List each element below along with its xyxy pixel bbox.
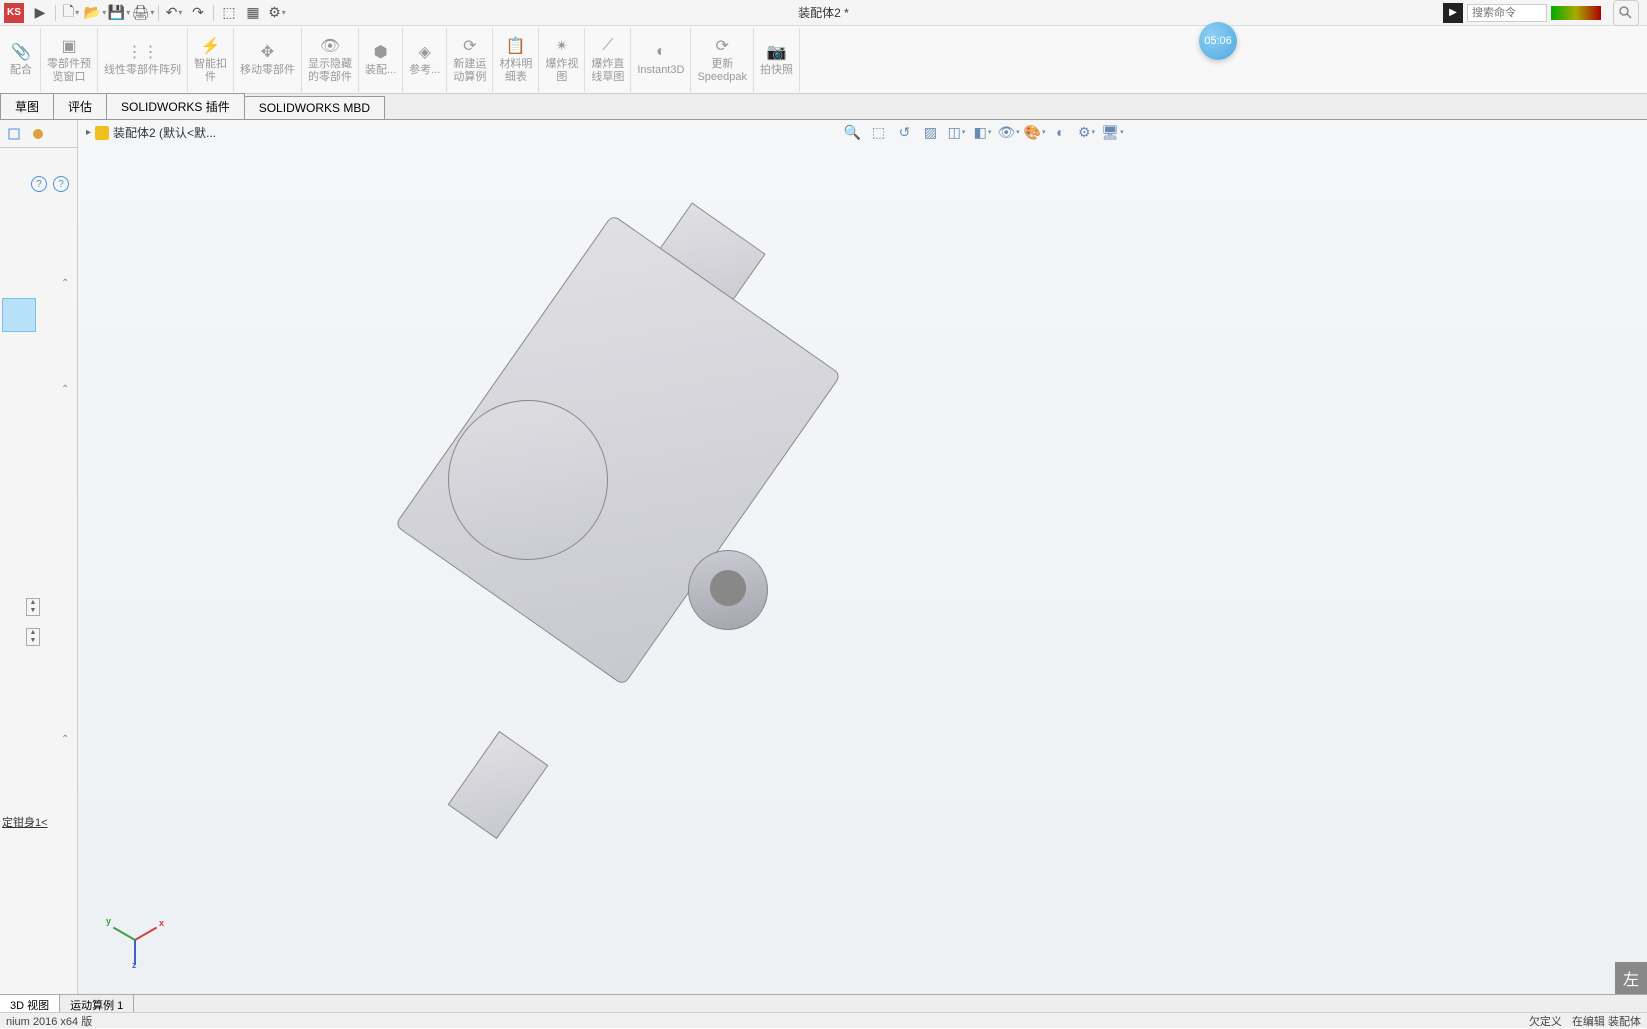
previous-view-icon[interactable]: ↺ xyxy=(895,122,915,142)
ribbon-move-component[interactable]: ✥移动零部件 xyxy=(234,28,302,92)
tree-root-label: 装配体2 (默认<默... xyxy=(113,124,216,141)
ribbon-snapshot[interactable]: 📷拍快照 xyxy=(754,28,800,92)
select-icon[interactable]: ⬚ xyxy=(218,2,240,24)
3d-viewport[interactable]: ▸ 装配体2 (默认<默... 🔍 ⬚ ↺ ▨ ◫ ◧ 👁 🎨 ◐ ⚙ 🖥 xyxy=(78,120,1647,994)
corner-watermark: 左 xyxy=(1615,962,1647,994)
help-tip-icon[interactable]: ? xyxy=(31,176,47,192)
zoom-area-icon[interactable]: ⬚ xyxy=(869,122,889,142)
view-orientation-icon[interactable]: ◫ xyxy=(947,122,967,142)
3d-model[interactable] xyxy=(428,220,988,860)
heads-up-view-toolbar: 🔍 ⬚ ↺ ▨ ◫ ◧ 👁 🎨 ◐ ⚙ 🖥 xyxy=(843,122,1123,142)
assembly-icon: ⬢ xyxy=(368,42,394,62)
tutorial-icon[interactable]: ▶ xyxy=(1443,3,1463,23)
visibility-icon: 👁 xyxy=(317,36,343,56)
search-input[interactable] xyxy=(1467,4,1547,22)
ribbon-instant3d[interactable]: ◐Instant3D xyxy=(631,28,691,92)
print-icon[interactable]: 🖨 xyxy=(132,2,154,24)
help-icon[interactable]: ? xyxy=(53,176,69,192)
speedpak-icon: ⟳ xyxy=(709,36,735,56)
tree-item-label[interactable]: 定钳身1< xyxy=(2,814,48,830)
ribbon-explode-line[interactable]: ⟋爆炸直 线草图 xyxy=(585,28,631,92)
play-icon[interactable]: ▶ xyxy=(29,2,51,24)
ribbon-mate[interactable]: 📎配合 xyxy=(2,28,41,92)
tab-solidworks-addins[interactable]: SOLIDWORKS 插件 xyxy=(106,93,245,119)
ribbon-show-hide[interactable]: 👁显示隐藏 的零部件 xyxy=(302,28,359,92)
display-style-icon[interactable]: ◧ xyxy=(973,122,993,142)
spinner-1[interactable]: ▲▼ xyxy=(26,598,40,616)
panel-tabs xyxy=(0,120,77,148)
selected-filter[interactable] xyxy=(2,298,36,332)
assembly-tree-icon xyxy=(95,126,109,140)
collapse-section-1[interactable]: ⌃ xyxy=(61,278,73,290)
status-version: nium 2016 x64 版 xyxy=(6,1013,92,1029)
ribbon-exploded-view[interactable]: ✴爆炸视 图 xyxy=(539,28,585,92)
feature-manager-panel: ? ? ⌃ ⌃ ▲▼ ▲▼ ⌃ 定钳身1< xyxy=(0,120,78,994)
collapse-section-3[interactable]: ⌃ xyxy=(61,734,73,746)
grid-icon[interactable]: ▦ xyxy=(242,2,264,24)
ribbon-smart-fastener[interactable]: ⚡智能扣 件 xyxy=(188,28,234,92)
search-button[interactable] xyxy=(1613,0,1639,26)
new-file-icon[interactable]: 🗋 xyxy=(60,2,82,24)
explode-line-icon: ⟋ xyxy=(595,36,621,56)
status-editing: 在编辑 装配体 xyxy=(1572,1013,1641,1029)
spinner-2[interactable]: ▲▼ xyxy=(26,628,40,646)
ribbon-speedpak[interactable]: ⟳更新 Speedpak xyxy=(691,28,754,92)
ribbon-assembly[interactable]: ⬢装配... xyxy=(359,28,403,92)
app-logo: KS xyxy=(4,3,24,23)
command-manager-tabs: 草图 评估 SOLIDWORKS 插件 SOLIDWORKS MBD xyxy=(0,94,1647,120)
mate-icon: 📎 xyxy=(8,42,34,62)
timer-badge: 05:06 xyxy=(1199,22,1237,60)
bottom-tabs: 3D 视图 运动算例 1 xyxy=(0,994,1647,1012)
view-settings-icon[interactable]: ⚙ xyxy=(1077,122,1097,142)
feature-tree-tab-icon[interactable] xyxy=(4,124,24,144)
tab-solidworks-mbd[interactable]: SOLIDWORKS MBD xyxy=(244,96,385,119)
bom-icon: 📋 xyxy=(503,36,529,56)
coordinate-triad[interactable]: x y z xyxy=(110,914,160,964)
document-title: 装配体2 * xyxy=(798,4,849,21)
save-icon[interactable]: 💾 xyxy=(108,2,130,24)
undo-icon[interactable]: ↶ xyxy=(163,2,185,24)
camera-icon: 📷 xyxy=(763,42,789,62)
ribbon: 📎配合 ▣零部件预 览窗口 ⋮⋮线性零部件阵列 ⚡智能扣 件 ✥移动零部件 👁显… xyxy=(0,26,1647,94)
zoom-fit-icon[interactable]: 🔍 xyxy=(843,122,863,142)
ribbon-linear-pattern[interactable]: ⋮⋮线性零部件阵列 xyxy=(98,28,188,92)
edit-appearance-icon[interactable]: 🎨 xyxy=(1025,122,1045,142)
tree-expand-icon[interactable]: ▸ xyxy=(86,127,91,138)
pattern-icon: ⋮⋮ xyxy=(130,42,156,62)
hide-show-icon[interactable]: 👁 xyxy=(999,122,1019,142)
preview-icon: ▣ xyxy=(56,36,82,56)
redo-icon[interactable]: ↷ xyxy=(187,2,209,24)
ribbon-preview[interactable]: ▣零部件预 览窗口 xyxy=(41,28,98,92)
floating-tree-root[interactable]: ▸ 装配体2 (默认<默... xyxy=(86,124,216,141)
tab-motion-study-1[interactable]: 运动算例 1 xyxy=(60,995,134,1012)
tab-evaluate[interactable]: 评估 xyxy=(53,93,107,119)
status-defined: 欠定义 xyxy=(1529,1013,1562,1029)
performance-indicator xyxy=(1551,6,1601,20)
ribbon-motion-study[interactable]: ⟳新建运 动算例 xyxy=(447,28,493,92)
tab-sketch[interactable]: 草图 xyxy=(0,93,54,119)
appearance-tab-icon[interactable] xyxy=(28,124,48,144)
ribbon-reference[interactable]: ◈参考... xyxy=(403,28,447,92)
instant3d-icon: ◐ xyxy=(648,42,674,62)
main-workspace: ? ? ⌃ ⌃ ▲▼ ▲▼ ⌃ 定钳身1< ▸ 装配体2 (默认<默... 🔍 … xyxy=(0,120,1647,994)
ribbon-bom[interactable]: 📋材料明 细表 xyxy=(493,28,539,92)
tab-3d-view[interactable]: 3D 视图 xyxy=(0,995,60,1012)
motion-icon: ⟳ xyxy=(457,36,483,56)
settings-icon[interactable]: ⚙ xyxy=(266,2,288,24)
status-bar: nium 2016 x64 版 欠定义 在编辑 装配体 xyxy=(0,1012,1647,1028)
section-view-icon[interactable]: ▨ xyxy=(921,122,941,142)
move-icon: ✥ xyxy=(255,42,281,62)
apply-scene-icon[interactable]: ◐ xyxy=(1051,122,1071,142)
reference-icon: ◈ xyxy=(412,42,438,62)
fastener-icon: ⚡ xyxy=(198,36,224,56)
top-toolbar: KS ▶ 🗋 📂 💾 🖨 ↶ ↷ ⬚ ▦ ⚙ 装配体2 * ▶ xyxy=(0,0,1647,26)
render-icon[interactable]: 🖥 xyxy=(1103,122,1123,142)
open-file-icon[interactable]: 📂 xyxy=(84,2,106,24)
exploded-icon: ✴ xyxy=(549,36,575,56)
collapse-section-2[interactable]: ⌃ xyxy=(61,384,73,396)
